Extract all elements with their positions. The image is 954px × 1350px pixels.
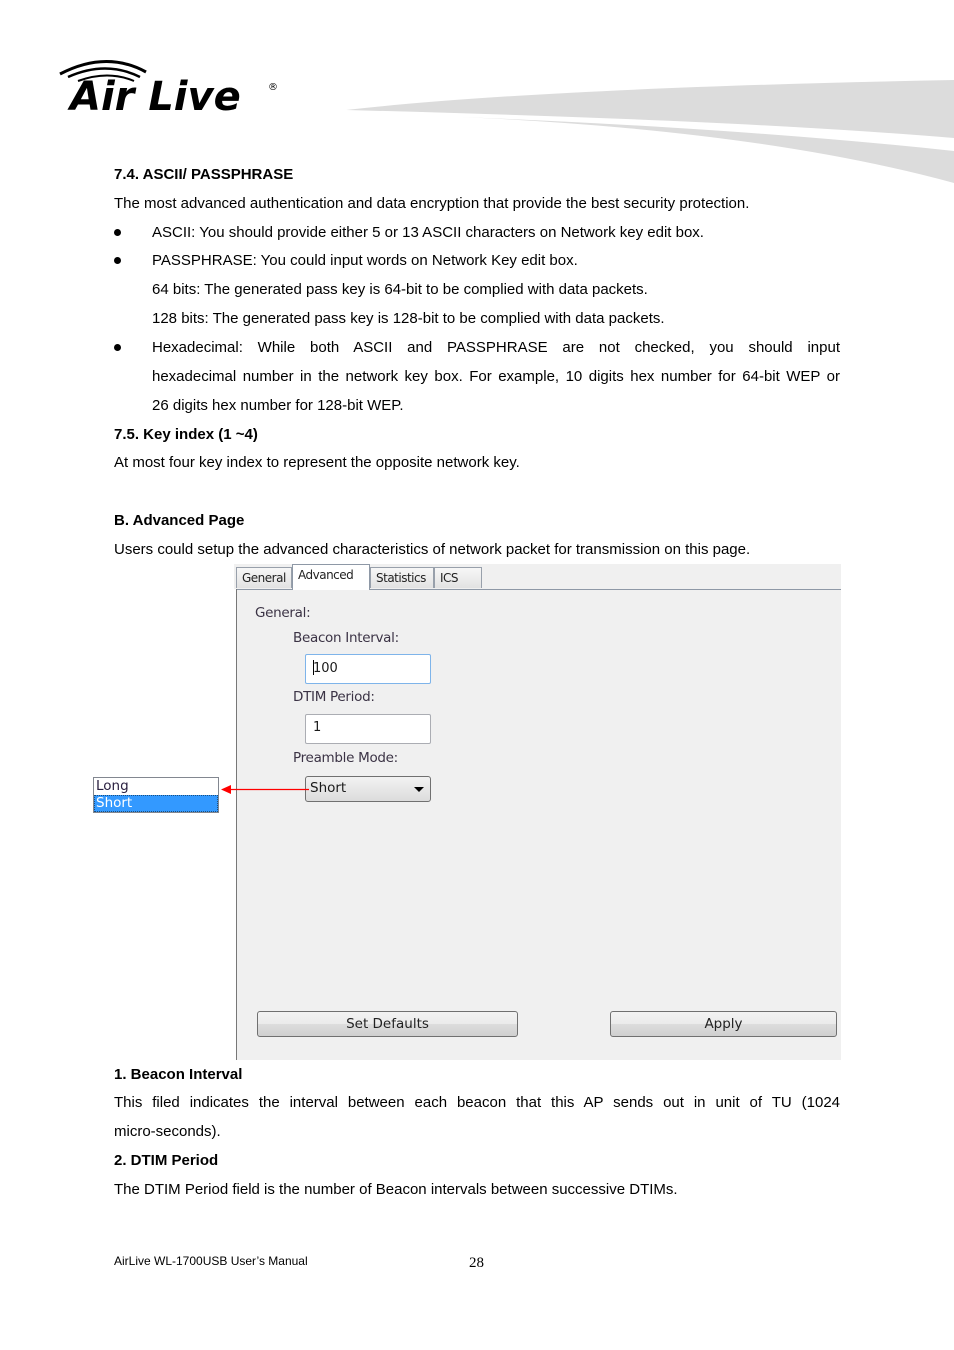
preamble-option-long[interactable]: Long bbox=[94, 778, 218, 795]
section-7-4-intro: The most advanced authentication and dat… bbox=[114, 195, 750, 212]
tab-strip: General Advanced Statistics ICS bbox=[234, 564, 841, 590]
set-defaults-button[interactable]: Set Defaults bbox=[257, 1011, 518, 1037]
bullet-hexadecimal-line3: 26 digits hex number for 128-bit WEP. bbox=[152, 397, 404, 414]
section-heading-beacon-interval: 1. Beacon Interval bbox=[114, 1066, 243, 1083]
section-heading-7-5: 7.5. Key index (1 ~4) bbox=[114, 426, 258, 443]
passphrase-64-bits: 64 bits: The generated pass key is 64-bi… bbox=[152, 281, 648, 298]
annotation-arrow-icon bbox=[221, 785, 309, 794]
dropdown-arrow-icon bbox=[414, 787, 424, 792]
beacon-interval-desc-line2: micro-seconds). bbox=[114, 1123, 221, 1140]
preamble-mode-select[interactable]: Short bbox=[305, 776, 431, 802]
airlive-logo: Air Live ® bbox=[56, 50, 286, 120]
general-group-label: General: bbox=[255, 605, 311, 621]
section-b-body: Users could setup the advanced character… bbox=[114, 541, 751, 558]
bullet-ascii: ASCII: You should provide either 5 or 13… bbox=[152, 224, 704, 241]
bullet-icon bbox=[114, 229, 121, 236]
passphrase-128-bits: 128 bits: The generated pass key is 128-… bbox=[152, 310, 665, 327]
section-heading-dtim-period: 2. DTIM Period bbox=[114, 1152, 219, 1169]
dtim-period-label: DTIM Period: bbox=[293, 689, 375, 705]
beacon-interval-value: 100 bbox=[313, 661, 338, 676]
bullet-hexadecimal-line2: hexadecimal number in the network key bo… bbox=[152, 368, 840, 385]
page-number: 28 bbox=[469, 1255, 484, 1271]
bullet-icon bbox=[114, 344, 121, 351]
section-heading-7-4: 7.4. ASCII/ PASSPHRASE bbox=[114, 166, 294, 183]
footer-manual-title: AirLive WL-1700USB User’s Manual bbox=[114, 1254, 308, 1268]
tab-statistics[interactable]: Statistics bbox=[370, 567, 434, 588]
preamble-mode-value: Short bbox=[310, 780, 347, 796]
panel-left-border bbox=[234, 589, 237, 1060]
tab-general[interactable]: General bbox=[236, 567, 292, 588]
dtim-period-input[interactable]: 1 bbox=[305, 714, 431, 744]
preamble-options-list: Long Short bbox=[93, 777, 219, 813]
beacon-interval-label: Beacon Interval: bbox=[293, 630, 399, 646]
wifi-waves-icon: Air Live ® bbox=[59, 60, 278, 120]
apply-button[interactable]: Apply bbox=[610, 1011, 837, 1037]
dtim-period-desc: The DTIM Period field is the number of B… bbox=[114, 1181, 678, 1198]
preamble-mode-label: Preamble Mode: bbox=[293, 750, 398, 766]
bullet-icon bbox=[114, 257, 121, 264]
bullet-passphrase: PASSPHRASE: You could input words on Net… bbox=[152, 252, 578, 269]
registered-mark: ® bbox=[268, 82, 278, 93]
tab-advanced[interactable]: Advanced bbox=[292, 564, 370, 590]
section-7-5-body: At most four key index to represent the … bbox=[114, 454, 520, 471]
tab-ics[interactable]: ICS bbox=[434, 567, 482, 588]
preamble-option-short[interactable]: Short bbox=[94, 795, 218, 812]
beacon-interval-desc-line1: This filed indicates the interval betwee… bbox=[114, 1094, 840, 1111]
bullet-hexadecimal-line1: Hexadecimal: While both ASCII and PASSPH… bbox=[152, 339, 840, 356]
beacon-interval-input[interactable]: 100 bbox=[305, 654, 431, 684]
advanced-settings-screenshot: General Advanced Statistics ICS General:… bbox=[234, 564, 841, 1060]
header-swoosh-decoration bbox=[340, 70, 954, 195]
logo-text: Air Live bbox=[67, 74, 241, 120]
section-heading-advanced-page: B. Advanced Page bbox=[114, 512, 245, 529]
